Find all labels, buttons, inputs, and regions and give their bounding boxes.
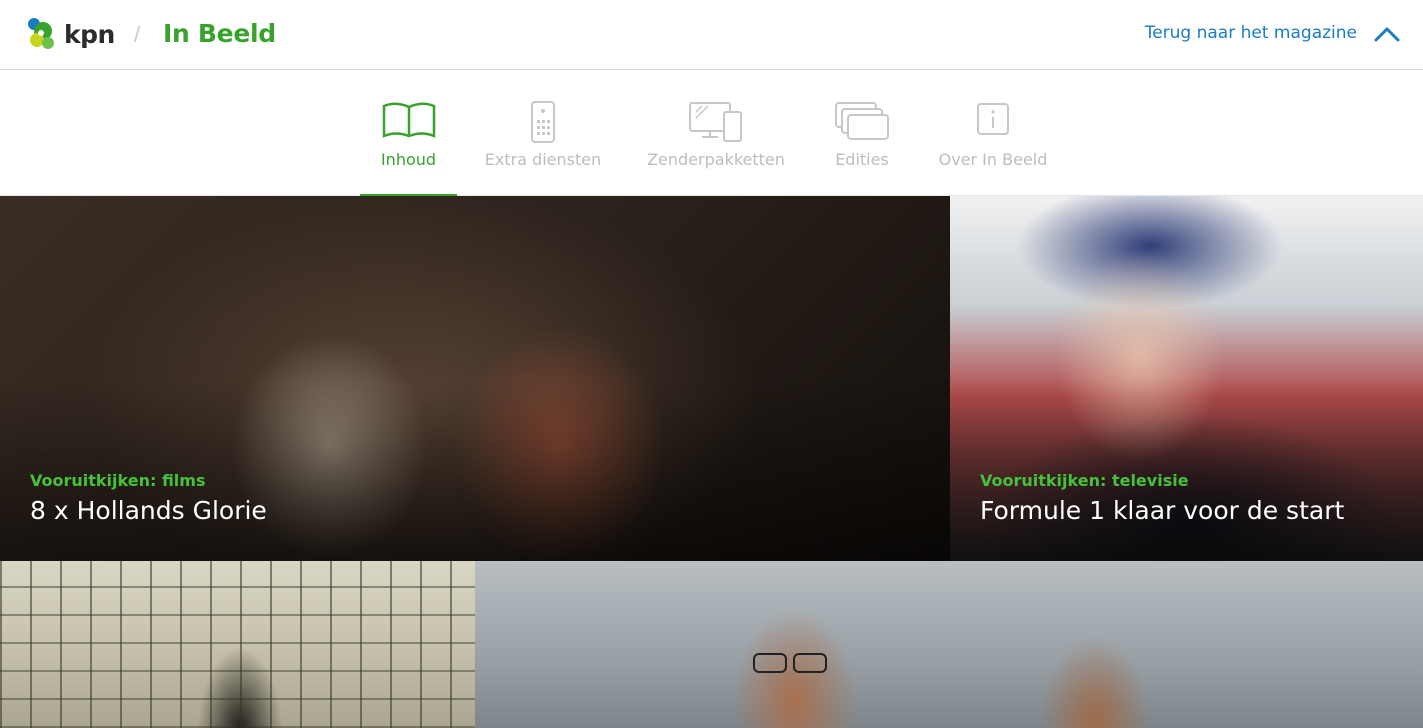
info-icon: [977, 103, 1009, 135]
article-tile-greenhouse[interactable]: [0, 561, 475, 728]
article-tile-portraits[interactable]: [475, 561, 1423, 728]
tab-label: Extra diensten: [484, 150, 602, 169]
tab-label: Inhoud: [380, 150, 437, 169]
tab-extra-diensten[interactable]: Extra diensten: [484, 70, 602, 196]
tab-label: Over In Beeld: [938, 150, 1048, 169]
tab-inhoud[interactable]: Inhoud: [360, 70, 457, 197]
kpn-logo[interactable]: kpn: [24, 13, 118, 55]
photo-detail: [753, 653, 787, 673]
tab-edities[interactable]: Edities: [830, 70, 894, 196]
article-tile-films[interactable]: Vooruitkijken: films 8 x Hollands Glorie: [0, 196, 950, 561]
tab-zenderpakketten[interactable]: Zenderpakketten: [646, 70, 786, 196]
magazine-title[interactable]: In Beeld: [163, 19, 276, 48]
devices-icon: [689, 102, 742, 142]
remote-control-icon: [531, 101, 555, 143]
tab-label: Zenderpakketten: [647, 150, 785, 169]
tab-label: Edities: [835, 150, 889, 169]
book-icon: [382, 102, 435, 138]
chevron-up-icon: [1374, 27, 1400, 42]
tile-category: Vooruitkijken: films: [30, 471, 206, 490]
tile-title: Formule 1 klaar voor de start: [980, 496, 1345, 525]
back-to-magazine-link[interactable]: Terug naar het magazine: [1145, 23, 1357, 43]
top-header: kpn / In Beeld Terug naar het magazine: [0, 0, 1423, 70]
collapse-menu-button[interactable]: [1373, 22, 1401, 46]
tile-title: 8 x Hollands Glorie: [30, 496, 267, 525]
tab-over-in-beeld[interactable]: Over In Beeld: [938, 70, 1048, 196]
logo-text: kpn: [64, 19, 115, 49]
tile-category: Vooruitkijken: televisie: [980, 471, 1189, 490]
section-tabs: Inhoud Extra diensten Zenderpakketten Ed…: [0, 70, 1423, 197]
article-tile-televisie[interactable]: Vooruitkijken: televisie Formule 1 klaar…: [950, 196, 1423, 561]
photo-detail: [793, 653, 827, 673]
kpn-logo-icon: [28, 18, 54, 49]
stacked-screens-icon: [835, 102, 889, 140]
title-separator: /: [134, 22, 141, 47]
